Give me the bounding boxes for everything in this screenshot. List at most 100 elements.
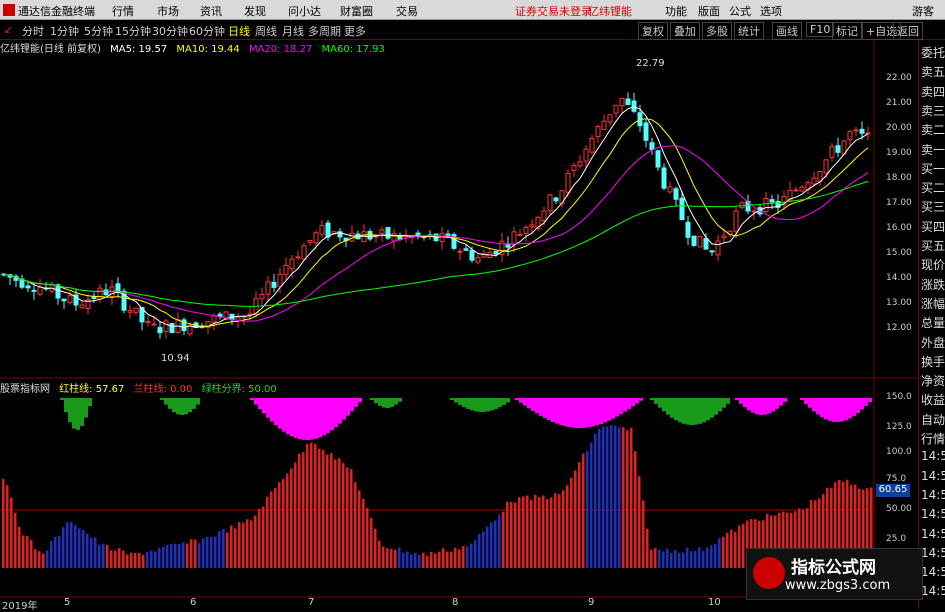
price-tick-label: 18.00 <box>886 173 912 183</box>
indicator-band-bar <box>346 398 350 416</box>
right-panel-label[interactable]: 14:56 <box>921 507 945 521</box>
right-panel-label[interactable]: 卖三 <box>921 102 945 119</box>
right-panel-label[interactable]: 净资 <box>921 372 945 389</box>
indicator-bar <box>402 552 405 568</box>
candle-body <box>115 283 121 293</box>
indicator-bar <box>270 491 273 568</box>
indicator-bar <box>390 548 393 568</box>
right-panel-label[interactable]: 涨跌 <box>921 276 945 293</box>
candle-body <box>325 222 331 238</box>
candle-body <box>289 258 295 270</box>
indicator-band-bar <box>583 398 587 428</box>
indicator-bar <box>434 553 437 568</box>
right-panel-label[interactable]: 14:56 <box>921 488 945 502</box>
indicator-bar <box>54 536 57 568</box>
indicator-band-bar <box>868 398 872 402</box>
indicator-band-bar <box>623 398 627 412</box>
indicator-red-line: 红柱线: 57.67 <box>59 384 125 395</box>
right-panel-label[interactable]: 外盘 <box>921 334 945 351</box>
indicator-band-bar <box>519 398 523 403</box>
indicator-bar <box>78 528 81 568</box>
indicator-band-bar <box>294 398 298 439</box>
candle-body <box>217 313 223 317</box>
indicator-band-bar <box>670 398 674 418</box>
indicator-band-bar <box>631 398 635 407</box>
indicator-bar <box>550 497 553 568</box>
right-panel-label[interactable]: 14:56 <box>921 527 945 541</box>
indicator-band-bar <box>262 398 266 414</box>
indicator-bar <box>210 536 213 568</box>
indicator-bar <box>234 528 237 568</box>
indicator-bar <box>450 551 453 568</box>
indicator-band-bar <box>290 398 294 437</box>
indicator-bar <box>162 546 165 568</box>
x-label-2019: 2019年 <box>2 601 38 612</box>
indicator-bar <box>6 485 9 568</box>
indicator-bar <box>342 463 345 568</box>
indicator-band-bar <box>506 398 510 403</box>
right-panel-label[interactable]: 卖五 <box>921 63 945 80</box>
right-panel-label[interactable]: 买三 <box>921 198 945 215</box>
indicator-bar <box>118 548 121 568</box>
right-panel-label[interactable]: 买二 <box>921 179 945 196</box>
right-panel-label[interactable]: 卖一 <box>921 141 945 158</box>
candle-body <box>607 114 613 123</box>
indicator-bar <box>386 548 389 568</box>
indicator-bar <box>182 542 185 568</box>
indicator-band-bar <box>539 398 543 416</box>
candle-body <box>541 210 547 222</box>
indicator-bar <box>174 543 177 568</box>
indicator-band-bar <box>840 398 844 422</box>
right-panel-label[interactable]: 14:56 <box>921 584 945 598</box>
indicator-bar <box>314 443 317 568</box>
right-panel-label[interactable]: 委托 <box>921 44 945 61</box>
right-panel-label[interactable]: 14:56 <box>921 449 945 463</box>
indicator-bar <box>670 552 673 568</box>
indicator-bar <box>606 426 609 568</box>
indicator-bar <box>578 462 581 568</box>
right-panel-label[interactable]: 14:56 <box>921 546 945 560</box>
indicator-bar <box>194 539 197 568</box>
indicator-bar <box>94 537 97 568</box>
right-info-panel: 委托卖五卖四卖三卖二卖一买一买二买三买四买五现价涨跌涨幅总量外盘换手净资收益自动… <box>918 40 945 609</box>
indicator-bar <box>322 450 325 568</box>
right-panel-label[interactable]: 买四 <box>921 218 945 235</box>
kline-chart[interactable]: 22.79 10.94 <box>0 0 918 609</box>
candle-body <box>619 98 625 107</box>
indicator-bar <box>190 539 193 568</box>
indicator-bar <box>530 499 533 568</box>
right-panel-label[interactable]: 总量 <box>921 314 945 331</box>
indicator-bar <box>442 548 445 568</box>
right-panel-label[interactable]: 收益 <box>921 391 945 408</box>
right-panel-label[interactable]: 14:56 <box>921 565 945 579</box>
indicator-bar <box>566 485 569 568</box>
candle-body <box>529 224 535 228</box>
indicator-bar <box>502 511 505 568</box>
indicator-band-bar <box>478 398 482 412</box>
candle-body <box>127 310 133 313</box>
right-panel-label[interactable]: 买一 <box>921 160 945 177</box>
indicator-bar <box>206 537 209 568</box>
candle-body <box>661 167 667 189</box>
ma60-line <box>3 181 869 307</box>
indicator-band-bar <box>306 398 310 440</box>
indicator-bar <box>522 496 525 568</box>
indicator-legend: 股票指标网 红柱线: 57.67 兰柱线: 0.00 绿柱分界: 50.00 <box>0 380 283 395</box>
right-panel-label[interactable]: 卖二 <box>921 121 945 138</box>
right-panel-label[interactable]: 换手 <box>921 353 945 370</box>
indicator-band-bar <box>702 398 706 423</box>
right-panel-label[interactable]: 自动 <box>921 411 945 428</box>
indicator-bar <box>266 496 269 568</box>
right-panel-label[interactable]: 涨幅 <box>921 295 945 312</box>
right-panel-label[interactable]: 14:56 <box>921 469 945 483</box>
right-panel-label[interactable]: 买五 <box>921 237 945 254</box>
indicator-band-bar <box>180 398 184 415</box>
indicator-band-bar <box>759 398 763 415</box>
indicator-band-bar <box>627 398 631 409</box>
indicator-band-bar <box>635 398 639 404</box>
candle-body <box>61 298 67 302</box>
right-panel-label[interactable]: 卖四 <box>921 83 945 100</box>
indicator-band-bar <box>779 398 783 406</box>
right-panel-label[interactable]: 行情 <box>921 430 945 447</box>
right-panel-label[interactable]: 现价 <box>921 256 945 273</box>
